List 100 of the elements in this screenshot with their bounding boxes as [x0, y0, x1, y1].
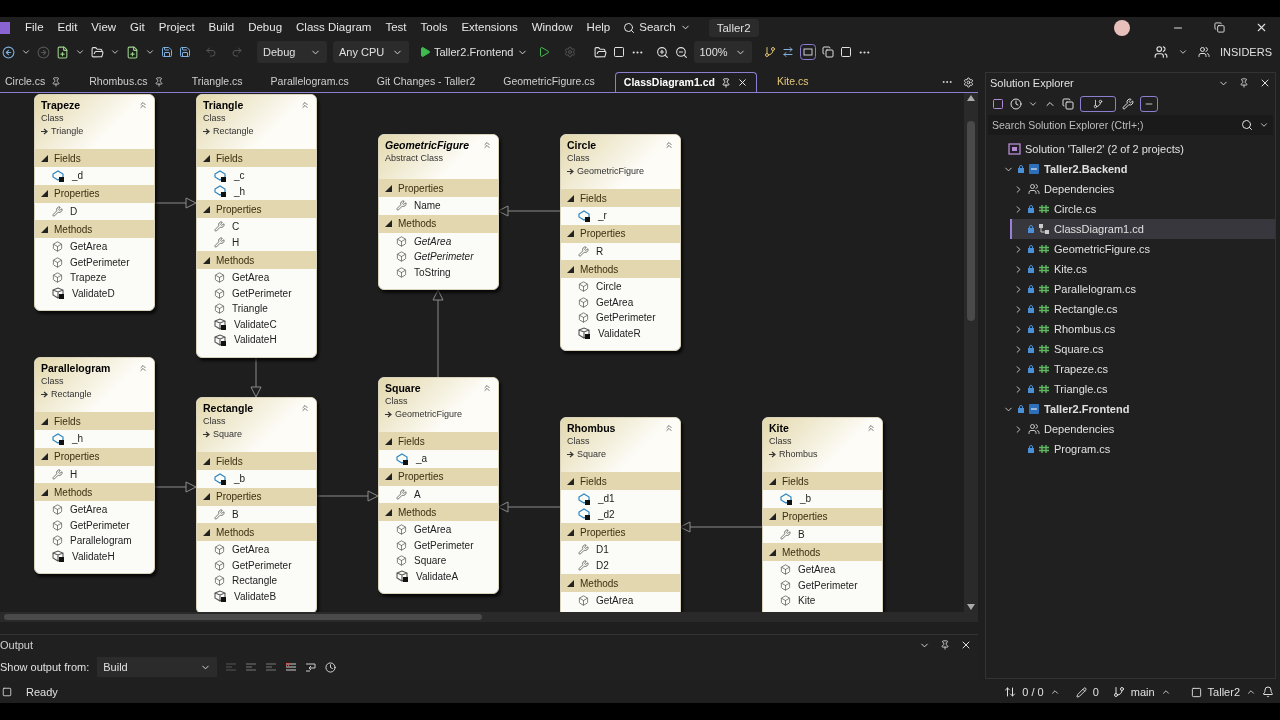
display-name-icon[interactable] — [799, 44, 816, 60]
show-all-icon[interactable] — [1062, 98, 1074, 110]
class-box[interactable]: Trapeze Class Triangle Fields _d Properties D Methods GetArea GetPerimeter Trapeze ValidateD — [34, 94, 155, 311]
document-tab[interactable]: Triangle.cs — [183, 72, 251, 92]
compartment-header[interactable]: Methods — [561, 260, 680, 278]
compartment-header[interactable]: Properties — [561, 224, 680, 243]
sync-icon[interactable] — [1004, 686, 1017, 698]
compartment-header[interactable]: Fields — [197, 452, 316, 470]
compartment-header[interactable]: Properties — [379, 467, 498, 486]
start-button[interactable]: Taller2.Frontend — [415, 43, 532, 61]
class-box[interactable]: Square Class GeometricFigure Fields _a Properties A Methods GetArea GetPerimeter Square ValidateA — [378, 377, 499, 594]
output-source-dropdown[interactable]: Build — [97, 657, 218, 677]
tree-item[interactable]: Square.cs — [1010, 339, 1275, 359]
tree-item[interactable]: Solution 'Taller2' (2 of 2 projects) — [990, 139, 1275, 159]
properties-icon[interactable] — [1122, 98, 1134, 110]
menu-item[interactable]: Window — [524, 18, 580, 37]
menu-item[interactable]: Build — [201, 18, 242, 37]
add-icon[interactable] — [126, 45, 139, 59]
compartment-header[interactable]: Fields — [35, 412, 154, 430]
window-icon[interactable] — [612, 46, 625, 58]
notification-icon[interactable] — [1262, 686, 1274, 698]
edits-count[interactable]: 0 — [1092, 683, 1099, 701]
restore-icon[interactable] — [1214, 22, 1225, 33]
new-item-icon[interactable] — [56, 45, 69, 59]
word-wrap-icon[interactable] — [305, 662, 318, 672]
tree-item[interactable]: Triangle.cs — [1010, 379, 1275, 399]
tree-item[interactable]: Rectangle.cs — [1010, 299, 1275, 319]
scroll-thumb[interactable] — [4, 614, 482, 620]
compartment-header[interactable]: Properties — [561, 523, 680, 541]
pin-icon[interactable] — [51, 77, 62, 87]
tree-item[interactable]: Rhombus.cs — [1010, 319, 1275, 339]
menu-item[interactable]: Edit — [50, 18, 85, 37]
document-tab[interactable]: Kite.cs — [768, 72, 817, 92]
compartment-header[interactable]: Properties — [197, 487, 316, 506]
vertical-scrollbar[interactable] — [964, 93, 978, 612]
pin-icon[interactable] — [1239, 78, 1249, 88]
tree-item[interactable]: GeometricFigure.cs — [1010, 239, 1275, 259]
compartment-header[interactable]: Properties — [35, 184, 154, 203]
class-box[interactable]: Parallelogram Class Rectangle Fields _h Properties H Methods GetArea GetPerimeter Parallelogram ValidateH — [34, 357, 155, 574]
avatar[interactable] — [1114, 19, 1130, 36]
menu-item[interactable]: Extensions — [454, 18, 525, 37]
save-all-icon[interactable] — [179, 46, 191, 58]
menu-item[interactable]: Tools — [413, 18, 455, 37]
compartment-header[interactable]: Properties — [763, 507, 882, 526]
document-tab[interactable]: Git Changes - Taller2 — [368, 72, 484, 92]
back-icon[interactable] — [2, 45, 15, 59]
menu-item[interactable]: Test — [378, 18, 414, 37]
document-tab[interactable]: ClassDiagram1.cd — [614, 72, 757, 92]
close-tab-icon[interactable] — [736, 77, 748, 88]
horizontal-scrollbar[interactable] — [0, 612, 978, 622]
insiders-badge[interactable]: INSIDERS — [1220, 43, 1272, 61]
document-tab[interactable]: Rhombus.cs — [81, 72, 172, 92]
menu-item[interactable]: File — [18, 18, 51, 37]
history-icon[interactable] — [1010, 98, 1022, 110]
search-button[interactable]: Search — [617, 18, 697, 37]
menu-item[interactable]: View — [84, 18, 124, 37]
compartment-header[interactable]: Properties — [379, 179, 498, 197]
tree-item[interactable]: Taller2.Backend — [1000, 159, 1275, 179]
menu-item[interactable]: Project — [151, 18, 202, 37]
branch-icon[interactable] — [1112, 686, 1125, 698]
compartment-header[interactable]: Fields — [561, 189, 680, 207]
class-box[interactable]: Rectangle Class Square Fields _b Properties B Methods GetArea GetPerimeter Rectangle ValidateB — [196, 397, 317, 612]
class-box[interactable]: Triangle Class Rectangle Fields _c _h Properties C H Methods GetArea GetPerimeter Triangle ValidateC ValidateH — [196, 94, 317, 358]
preview-button[interactable] — [1140, 96, 1158, 112]
compartment-header[interactable]: Fields — [379, 432, 498, 450]
compartment-header[interactable]: Fields — [35, 149, 154, 167]
share-icon[interactable] — [1198, 46, 1211, 58]
class-box[interactable]: Kite Class Rhombus Fields _b Properties B Methods GetArea GetPerimeter Kite — [762, 417, 883, 612]
adjust-width-icon[interactable] — [781, 46, 794, 58]
scroll-up-icon[interactable] — [967, 95, 975, 101]
scroll-down-icon[interactable] — [967, 604, 975, 610]
open-icon[interactable] — [91, 45, 104, 59]
tree-item[interactable]: Kite.cs — [1010, 259, 1275, 279]
changes-count[interactable]: 0 / 0 — [1022, 683, 1044, 701]
document-tab[interactable]: GeometricFigure.cs — [495, 72, 603, 92]
document-tab[interactable]: Circle.cs — [0, 72, 70, 92]
compartment-header[interactable]: Methods — [379, 503, 498, 521]
document-tab[interactable]: Parallelogram.cs — [262, 72, 357, 92]
menu-item[interactable]: Debug — [241, 18, 290, 37]
zoom-dropdown[interactable]: 100% — [693, 41, 752, 63]
class-box[interactable]: GeometricFigure Abstract Class Properties Name Methods GetArea GetPerimeter ToString — [378, 134, 499, 290]
tree-item[interactable]: Dependencies — [1010, 179, 1275, 199]
compartment-header[interactable]: Properties — [35, 447, 154, 466]
compartment-header[interactable]: Methods — [763, 543, 882, 561]
repository-name[interactable]: Taller2 — [1207, 683, 1240, 701]
pin-icon[interactable] — [720, 77, 731, 88]
class-box[interactable]: Circle Class GeometricFigure Fields _r Properties R Methods Circle GetArea GetPerimeter ValidateR — [560, 134, 681, 351]
compartment-header[interactable]: Methods — [197, 523, 316, 541]
settings-icon[interactable] — [963, 76, 974, 88]
tree-item[interactable]: ClassDiagram1.cd — [1010, 219, 1275, 239]
zoom-in-icon[interactable] — [655, 45, 669, 59]
close-icon[interactable] — [960, 639, 972, 651]
compartment-header[interactable]: Methods — [35, 220, 154, 238]
compartment-header[interactable]: Methods — [197, 251, 316, 269]
tree-item[interactable]: Parallelogram.cs — [1010, 279, 1275, 299]
compartment-header[interactable]: Methods — [561, 574, 680, 592]
run-icon[interactable] — [537, 46, 550, 58]
tree-item[interactable]: Program.cs — [1010, 439, 1275, 459]
compartment-header[interactable]: Methods — [35, 483, 154, 501]
close-icon[interactable] — [1259, 77, 1271, 89]
